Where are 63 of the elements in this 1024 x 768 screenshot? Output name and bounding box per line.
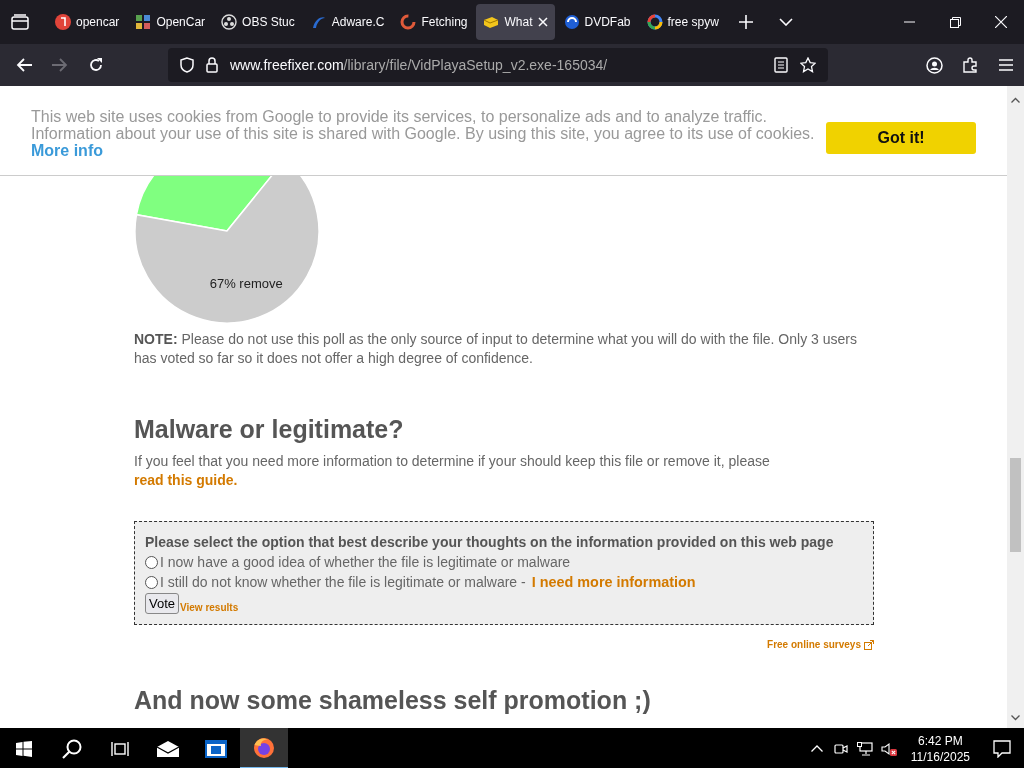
account-icon[interactable]	[925, 56, 943, 74]
section-heading: And now some shameless self promotion ;)	[134, 685, 652, 715]
browser-tab[interactable]: OpenCar	[128, 4, 213, 40]
grid-icon	[135, 14, 152, 30]
tab-list-icon[interactable]	[11, 14, 29, 30]
section-heading: Malware or legitimate?	[134, 414, 405, 444]
google-icon	[646, 14, 663, 30]
reload-icon[interactable]	[88, 57, 104, 73]
vote-button[interactable]: Vote	[145, 593, 180, 614]
intro-text: If you feel that you need more information to determine if your should keep this file or remove it, please read this guide.	[134, 452, 771, 490]
chevron-up-icon[interactable]	[810, 745, 823, 752]
scroll-up-icon[interactable]	[1011, 97, 1020, 103]
muted-speaker-icon[interactable]	[880, 741, 897, 756]
close-icon[interactable]	[995, 16, 1007, 28]
url-text: www.freefixer.com/library/file/VidPlayaSetup_v2.exe-165034/	[230, 57, 608, 73]
shield-icon	[180, 57, 194, 73]
slice-label: 67% remove	[209, 275, 283, 291]
forward-arrow-icon	[52, 58, 68, 72]
puzzle-icon[interactable]	[962, 57, 978, 73]
scrollbar[interactable]	[1007, 86, 1024, 728]
notification-icon[interactable]	[993, 739, 1011, 758]
clock-time[interactable]: 6:42 PM	[918, 732, 963, 749]
scrollbar-thumb[interactable]	[1010, 458, 1021, 552]
circle-icon	[221, 14, 238, 30]
windows-logo-icon[interactable]	[16, 740, 32, 757]
cookie-notice: This web site uses cookies from Google to provide its services, to personalize ads and to analyze traffic. Information about your use of this site is shared with Google. By using this site, you agree to its use of cookies.	[31, 108, 816, 142]
restore-icon[interactable]	[949, 16, 961, 28]
browser-tab[interactable]: What	[476, 4, 555, 40]
browser-tab[interactable]: OBS Stuc	[214, 4, 302, 40]
box-icon	[483, 14, 500, 30]
browser-tab[interactable]: Adware.C	[303, 4, 392, 40]
window-app-icon[interactable]	[205, 739, 227, 758]
external-link-icon[interactable]	[864, 640, 874, 650]
lock-icon	[206, 57, 218, 73]
scroll-down-icon[interactable]	[1011, 715, 1020, 721]
browser-tab[interactable]: DVDFab	[556, 4, 638, 40]
network-icon[interactable]	[856, 741, 873, 756]
letter-circle-icon	[55, 14, 71, 30]
option-label[interactable]: I now have a good idea of whether the file is legitimate or malware	[160, 552, 571, 572]
browser-tab[interactable]: Fetching	[393, 4, 475, 40]
menu-icon[interactable]	[999, 59, 1013, 71]
radio-button[interactable]	[145, 575, 158, 589]
clock-date[interactable]: 11/16/2025	[910, 748, 970, 765]
option-label[interactable]: I still do not know whether the file is legitimate or malware -	[160, 572, 526, 592]
address-bar[interactable]: www.freefixer.com/library/file/VidPlayaSetup_v2.exe-165034/	[168, 48, 828, 82]
bookmark-star-icon[interactable]	[800, 57, 816, 73]
search-icon[interactable]	[62, 738, 82, 759]
browser-tab[interactable]: free spyw	[639, 4, 726, 40]
reader-view-icon[interactable]	[774, 57, 788, 73]
mail-icon[interactable]	[156, 739, 180, 758]
firefox-icon[interactable]	[253, 736, 275, 759]
accept-button[interactable]: Got it!	[826, 122, 976, 154]
plus-icon[interactable]	[738, 15, 753, 29]
radio-button[interactable]	[145, 555, 158, 569]
minimize-icon[interactable]	[903, 21, 915, 23]
chevron-down-icon[interactable]	[778, 18, 793, 26]
close-icon[interactable]	[537, 17, 548, 27]
back-arrow-icon[interactable]	[16, 58, 32, 72]
task-view-icon[interactable]	[111, 740, 129, 757]
survey-question: Please select the option that best describe your thoughts on the information provided on this web page	[145, 533, 835, 552]
note-text: NOTE: Please do not use this poll as the only source of input to determine what you will do with the file. Only 3 users has voted so far so it does not offer a high degree of confidence.	[134, 330, 858, 368]
ring-icon	[400, 14, 417, 30]
browser-tab[interactable]: opencar	[48, 4, 127, 40]
